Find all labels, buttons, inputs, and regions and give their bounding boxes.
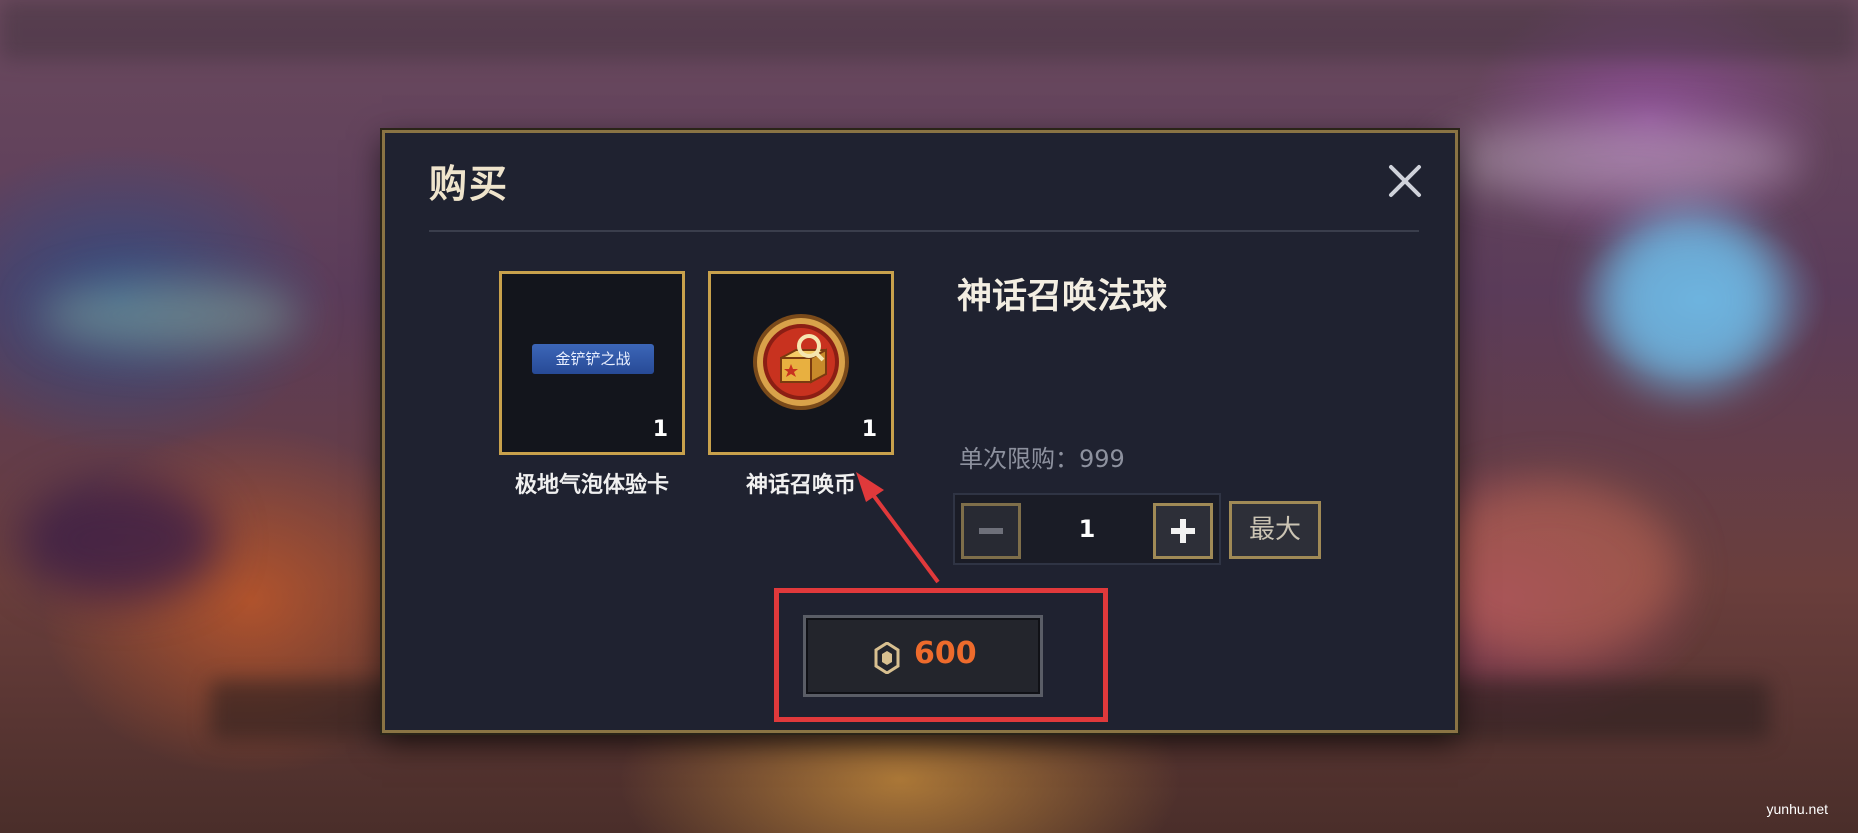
background-text-blur: [1440, 120, 1800, 200]
background-panel-blur: [20, 480, 220, 600]
background-decor-blur: [1420, 480, 1680, 660]
item-quantity: 1: [652, 417, 668, 442]
max-button[interactable]: 最大: [1229, 501, 1321, 559]
item-card-experience-card[interactable]: 金铲铲之战 1: [499, 271, 685, 455]
quantity-value[interactable]: 1: [1025, 495, 1149, 563]
watermark: yunhu.net: [1766, 801, 1829, 817]
annotation-highlight-box: [774, 588, 1108, 722]
decrease-button[interactable]: [961, 503, 1021, 559]
item-name: 极地气泡体验卡: [514, 473, 669, 498]
product-name: 神话召唤法球: [957, 277, 1168, 317]
purchase-limit: 单次限购：999: [959, 445, 1125, 473]
item-quantity: 1: [861, 417, 877, 442]
close-button[interactable]: [1385, 161, 1425, 201]
minus-icon: [979, 528, 1003, 534]
plus-icon: [1171, 519, 1195, 543]
experience-card-banner: 金铲铲之战: [532, 344, 654, 374]
title-divider: [429, 230, 1419, 232]
summon-coin-icon: [753, 314, 849, 410]
background-emblem: [1600, 210, 1780, 390]
dialog-title: 购买: [429, 162, 510, 206]
background-top-bar: [0, 0, 1858, 60]
increase-button[interactable]: [1153, 503, 1213, 559]
background-label-blur: [40, 280, 300, 350]
item-card-summon-coin[interactable]: 1: [708, 271, 894, 455]
quantity-stepper: 1: [953, 493, 1221, 565]
close-icon: [1389, 165, 1421, 197]
item-name: 神话召唤币: [745, 473, 856, 498]
